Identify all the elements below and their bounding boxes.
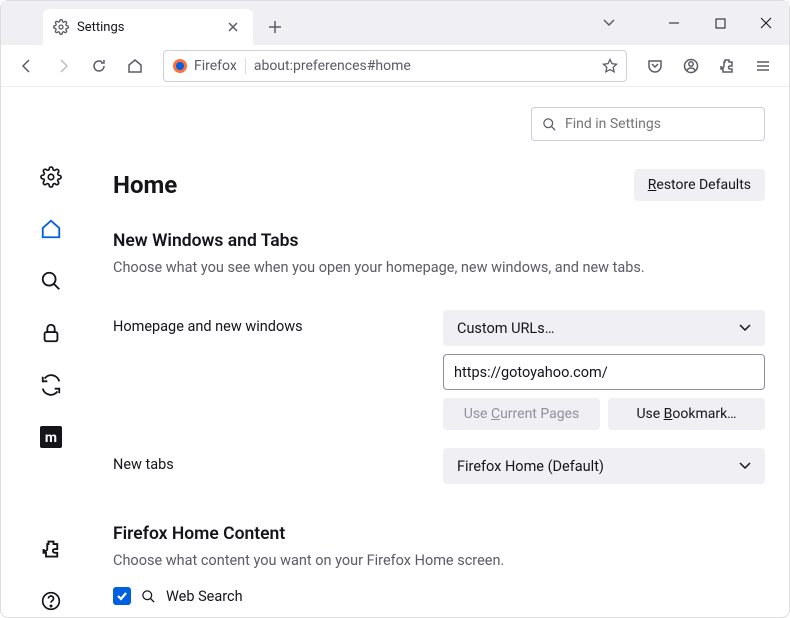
app-menu-button[interactable] — [747, 50, 779, 82]
chevron-down-icon — [739, 324, 751, 332]
window-controls — [651, 1, 789, 45]
settings-main: Home Restore Defaults New Windows and Ta… — [101, 87, 789, 617]
section-heading: New Windows and Tabs — [113, 231, 765, 251]
browser-tab-settings[interactable]: Settings — [43, 9, 253, 45]
find-in-settings-input[interactable] — [565, 116, 754, 132]
homepage-url-input[interactable] — [443, 354, 765, 390]
forward-button[interactable] — [47, 50, 79, 82]
settings-sidebar: m — [1, 87, 101, 617]
search-icon — [542, 117, 557, 132]
url-text: about:preferences#home — [254, 58, 594, 74]
gear-icon — [53, 19, 69, 35]
search-icon — [141, 589, 156, 604]
section-description: Choose what content you want on your Fir… — [113, 552, 765, 569]
minimize-button[interactable] — [651, 1, 697, 45]
sidebar-item-general[interactable] — [35, 161, 67, 193]
sidebar-item-sync[interactable] — [35, 369, 67, 401]
newtabs-mode-select[interactable]: Firefox Home (Default) — [443, 448, 765, 484]
homepage-mode-select[interactable]: Custom URLs… — [443, 310, 765, 346]
svg-text:m: m — [45, 430, 57, 446]
section-description: Choose what you see when you open your h… — [113, 259, 765, 276]
homepage-label: Homepage and new windows — [113, 310, 443, 335]
find-in-settings[interactable] — [531, 107, 765, 141]
tab-bar: Settings — [1, 1, 789, 45]
sidebar-item-more-mozilla[interactable]: m — [35, 421, 67, 453]
identity-box[interactable]: Firefox — [172, 58, 246, 74]
restore-defaults-button[interactable]: Restore Defaults — [634, 169, 765, 201]
newtabs-label: New tabs — [113, 448, 443, 473]
sidebar-item-help[interactable] — [35, 585, 67, 617]
homepage-mode-value: Custom URLs… — [457, 320, 554, 337]
close-window-button[interactable] — [743, 1, 789, 45]
navigation-toolbar: Firefox about:preferences#home — [1, 45, 789, 87]
sidebar-item-privacy[interactable] — [35, 317, 67, 349]
content-area: m Home Restore Defaults New Windows and … — [1, 87, 789, 617]
browser-tab-title: Settings — [77, 20, 124, 35]
new-tab-button[interactable] — [259, 11, 291, 43]
back-button[interactable] — [11, 50, 43, 82]
pocket-button[interactable] — [639, 50, 671, 82]
chevron-down-icon — [739, 462, 751, 470]
use-bookmark-button[interactable]: Use Bookmark… — [608, 398, 765, 430]
newtabs-mode-value: Firefox Home (Default) — [457, 458, 604, 475]
firefox-logo-icon — [172, 58, 188, 74]
maximize-button[interactable] — [697, 1, 743, 45]
reload-button[interactable] — [83, 50, 115, 82]
use-current-pages-button[interactable]: Use Current Pages — [443, 398, 600, 430]
url-bar[interactable]: Firefox about:preferences#home — [163, 50, 627, 82]
tabs-dropdown-button[interactable] — [589, 1, 629, 45]
home-button[interactable] — [119, 50, 151, 82]
sidebar-item-home[interactable] — [35, 213, 67, 245]
web-search-label: Web Search — [166, 588, 243, 605]
section-firefox-home-content: Firefox Home Content Choose what content… — [113, 524, 765, 605]
bookmark-star-button[interactable] — [602, 58, 618, 74]
account-button[interactable] — [675, 50, 707, 82]
section-new-windows-tabs: New Windows and Tabs Choose what you see… — [113, 231, 765, 484]
sidebar-item-search[interactable] — [35, 265, 67, 297]
extensions-button[interactable] — [711, 50, 743, 82]
close-tab-button[interactable] — [223, 17, 243, 37]
sidebar-item-extensions[interactable] — [35, 533, 67, 565]
section-heading: Firefox Home Content — [113, 524, 765, 544]
identity-label: Firefox — [194, 58, 237, 74]
web-search-checkbox[interactable] — [113, 587, 131, 605]
page-title: Home — [113, 171, 177, 199]
